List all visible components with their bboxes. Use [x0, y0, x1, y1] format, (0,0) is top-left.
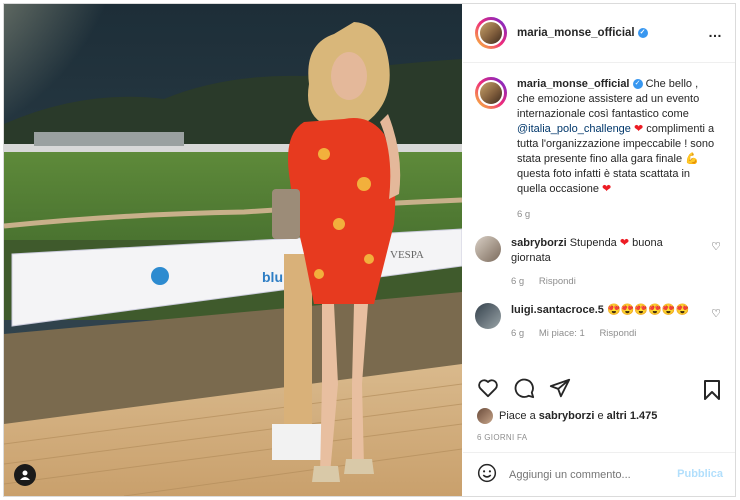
heart-emoji: ❤ — [633, 123, 644, 135]
heart-emoji: ❤ — [619, 237, 630, 249]
caption: maria_monse_official ✓ Che bello , che em… — [463, 63, 735, 222]
comment-time: 6 g — [511, 328, 525, 339]
comments-section[interactable]: maria_monse_official ✓ Che bello , che em… — [463, 63, 735, 363]
publish-button[interactable]: Pubblica — [677, 468, 723, 480]
comment-meta: 6 g Mi piace: 1 Rispondi — [511, 326, 701, 341]
comment-item: sabryborzi Stupenda ❤ buona giornata 6 g… — [463, 236, 735, 289]
action-bar — [463, 372, 735, 408]
comment-likes[interactable]: Mi piace: 1 — [539, 328, 585, 339]
add-comment-input[interactable] — [507, 468, 681, 482]
caption-username[interactable]: maria_monse_official — [517, 78, 630, 90]
muscle-emoji: 💪 — [685, 153, 699, 165]
post-side-panel: maria_monse_official ✓ … maria_monse_offi… — [463, 4, 735, 496]
post-card: blu VESPA maria_monse_official ✓ … maria… — [3, 3, 736, 497]
like-heart-icon[interactable] — [477, 378, 499, 403]
author-username[interactable]: maria_monse_official ✓ — [517, 27, 648, 39]
add-comment-bar: Pubblica — [463, 452, 735, 496]
comment-emojis: 😍😍😍😍😍😍 — [607, 304, 690, 316]
likes-others-link[interactable]: altri 1.475 — [607, 410, 658, 422]
caption-mention-link[interactable]: @italia_polo_challenge — [517, 123, 631, 135]
comment-avatar[interactable] — [475, 303, 501, 329]
post-date[interactable]: 6 GIORNI FA — [477, 433, 527, 442]
comment-body: luigi.santacroce.5 😍😍😍😍😍😍 6 g Mi piace: … — [511, 303, 701, 341]
caption-time: 6 g — [517, 209, 531, 220]
liker-avatar[interactable] — [477, 408, 493, 424]
caption-text: maria_monse_official ✓ Che bello , che em… — [517, 77, 717, 222]
photo-illustration: blu VESPA — [4, 4, 462, 496]
post-photo[interactable]: blu VESPA — [4, 4, 462, 496]
comment-username[interactable]: luigi.santacroce.5 — [511, 304, 604, 316]
emoji-picker-icon[interactable] — [477, 463, 497, 488]
comment-text: Stupenda — [569, 237, 617, 249]
comment-meta: 6 g Rispondi — [511, 274, 701, 289]
comment-like-heart-icon[interactable]: ♡ — [711, 240, 721, 253]
verified-badge-icon: ✓ — [637, 27, 648, 38]
comment-body: sabryborzi Stupenda ❤ buona giornata 6 g… — [511, 236, 701, 289]
verified-badge-icon: ✓ — [632, 79, 643, 90]
likes-text: Piace a sabryborzi e altri 1.475 — [499, 410, 658, 422]
comment-bubble-icon[interactable] — [513, 377, 535, 404]
bookmark-save-icon[interactable] — [703, 379, 721, 406]
reply-button[interactable]: Rispondi — [539, 276, 576, 287]
comment-username[interactable]: sabryborzi — [511, 237, 567, 249]
share-paper-plane-icon[interactable] — [549, 377, 571, 404]
vespa-banner-text: VESPA — [390, 249, 424, 261]
likes-summary: Piace a sabryborzi e altri 1.475 — [477, 408, 725, 424]
user-tag-icon[interactable] — [14, 464, 36, 486]
likes-user-link[interactable]: sabryborzi — [539, 410, 595, 422]
comment-like-heart-icon[interactable]: ♡ — [711, 307, 721, 320]
sponsor-banner-text: blu — [262, 269, 283, 285]
post-header: maria_monse_official ✓ … — [463, 4, 735, 63]
caption-avatar[interactable] — [475, 77, 507, 109]
comment-time: 6 g — [511, 276, 525, 287]
comment-item: luigi.santacroce.5 😍😍😍😍😍😍 6 g Mi piace: … — [463, 303, 735, 341]
more-options-icon[interactable]: … — [708, 24, 723, 40]
reply-button[interactable]: Rispondi — [599, 328, 636, 339]
heart-emoji: ❤ — [602, 183, 612, 195]
comment-avatar[interactable] — [475, 236, 501, 262]
author-avatar[interactable] — [475, 17, 507, 49]
